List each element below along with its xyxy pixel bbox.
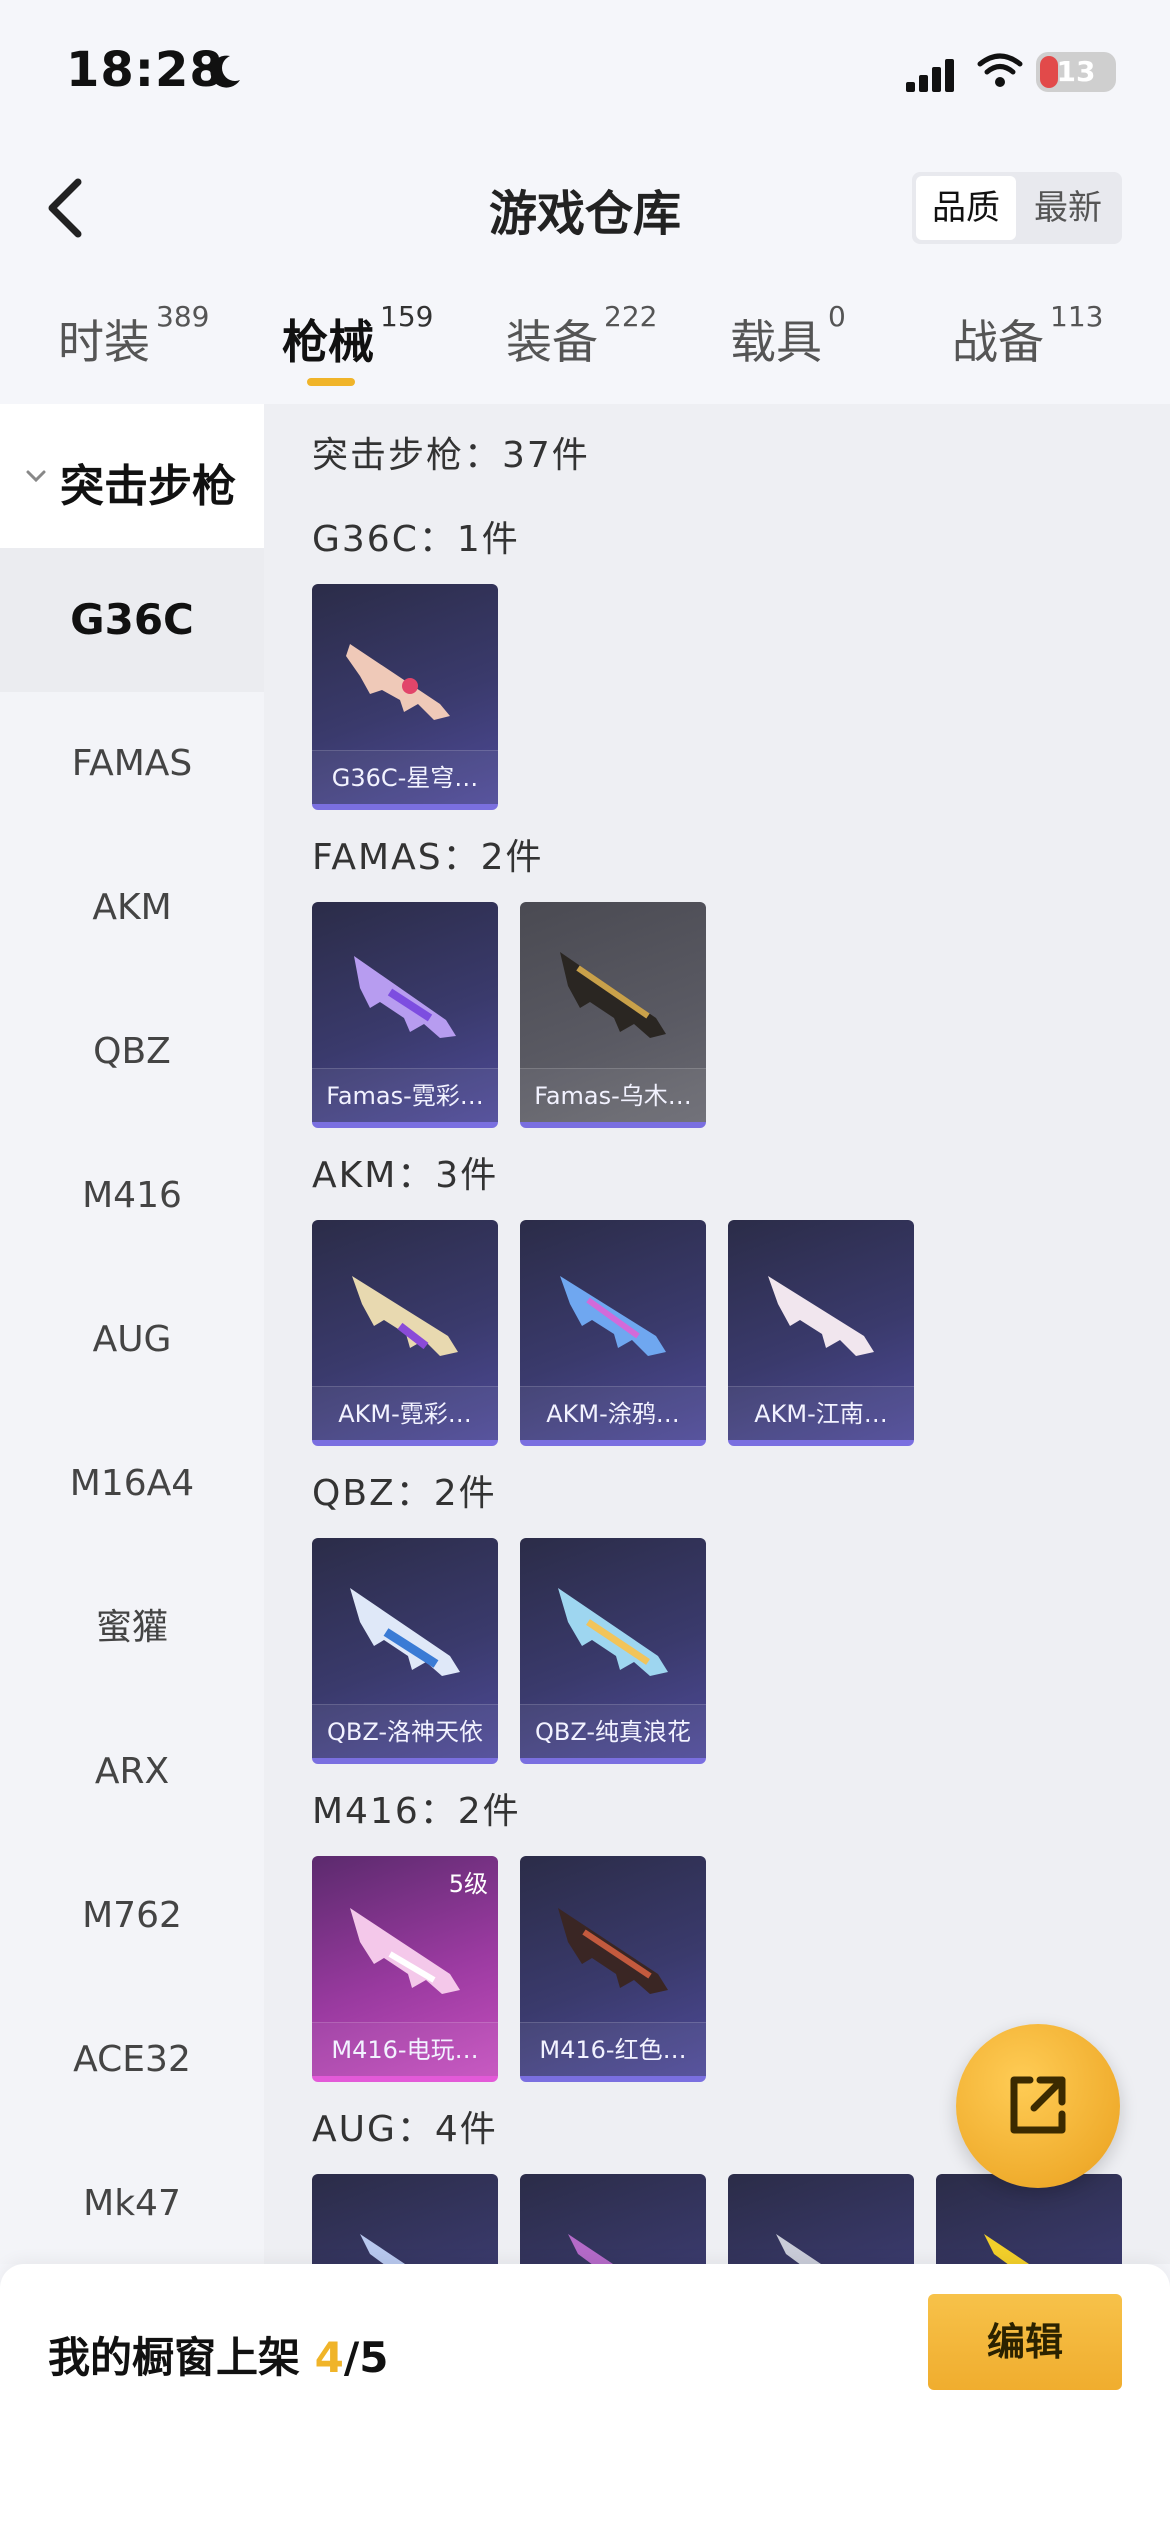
rifle-icon [560,1276,666,1356]
status-time: 18:28 [66,42,224,98]
showcase-status: 我的橱窗上架 4/5 [48,2324,388,2385]
share-icon [1010,2076,1066,2134]
battery-level: 13 [1056,55,1096,88]
item-name: AKM-霓彩… [312,1386,498,1440]
rifle-icon [768,1276,874,1356]
tab-label: 枪械 [282,315,374,369]
bottom-bar: 我的橱窗上架 4/5 编辑 [0,2264,1170,2532]
tab-count: 113 [1050,300,1104,333]
showcase-current-count: 4 [314,2333,344,2382]
sidebar-item-famas[interactable]: FAMAS [0,692,264,836]
item-name: AKM-涂鸦… [520,1386,706,1440]
item-card[interactable]: QBZ-纯真浪花 [520,1538,706,1764]
tab-count: 0 [828,300,846,333]
sidebar-item-honey-badger[interactable]: 蜜獾 [0,1556,264,1700]
signal-icon [906,59,954,92]
sidebar-item-mk47[interactable]: Mk47 [0,2132,264,2276]
tab-count: 389 [156,300,210,333]
rifle-icon [558,1588,668,1676]
sidebar-item-g36c[interactable]: G36C [0,548,264,692]
chevron-down-icon [26,470,46,483]
sidebar-item-akm[interactable]: AKM [0,836,264,980]
tab-label: 载具 [730,315,822,369]
tab-label: 时装 [58,315,150,369]
item-name: G36C-星穹… [312,750,498,804]
item-card[interactable]: AKM-涂鸦… [520,1220,706,1446]
section-title: AUG：4件 [312,2109,498,2150]
rifle-icon [354,956,456,1038]
item-card[interactable]: QBZ-洛神天依 [312,1538,498,1764]
sort-toggle[interactable]: 品质 最新 [912,172,1122,244]
item-grid-panel: 突击步枪：37件 G36C：1件 G36C-星穹… FAMAS：2件 Famas… [264,404,1170,2264]
rifle-icon [350,1588,460,1676]
rifle-icon [360,2234,405,2264]
item-card[interactable] [728,2174,914,2264]
rifle-icon [346,644,450,720]
section-title: QBZ：2件 [312,1473,497,1514]
item-card[interactable]: 5级 M416-电玩… [312,1856,498,2082]
category-tabs: 时装 389 枪械 159 装备 222 载具 0 战备 113 [0,296,1170,406]
item-name: QBZ-纯真浪花 [520,1704,706,1758]
sidebar-item-qbz[interactable]: QBZ [0,980,264,1124]
item-card[interactable]: M416-红色… [520,1856,706,2082]
section-title: M416：2件 [312,1791,521,1832]
sort-newest-button[interactable]: 最新 [1018,176,1118,240]
tab-label: 战备 [952,315,1044,369]
share-button[interactable] [956,2024,1120,2188]
sidebar-item-m16a4[interactable]: M16A4 [0,1412,264,1556]
status-bar: 18:28 13 [0,0,1170,140]
item-card[interactable]: Famas-乌木… [520,902,706,1128]
wifi-icon [977,53,1023,87]
tab-count: 222 [604,300,658,333]
section-title: FAMAS：2件 [312,837,544,878]
tab-label: 装备 [506,315,598,369]
sort-quality-button[interactable]: 品质 [916,176,1016,240]
sidebar-category-header[interactable]: 突击步枪 [0,404,264,548]
section-title: G36C：1件 [312,519,520,560]
edit-button[interactable]: 编辑 [928,2294,1122,2390]
sidebar-item-aug[interactable]: AUG [0,1268,264,1412]
sidebar-item-m416[interactable]: M416 [0,1124,264,1268]
tab-vehicles[interactable]: 载具 0 [730,300,846,372]
item-name: QBZ-洛神天依 [312,1704,498,1758]
sidebar-category-label: 突击步枪 [60,461,236,512]
item-card[interactable]: AKM-江南… [728,1220,914,1446]
rifle-icon [776,2234,821,2264]
item-name: M416-红色… [520,2022,706,2076]
battery-icon: 13 [1036,52,1116,92]
item-name: Famas-霓彩… [312,1068,498,1122]
rifle-icon [984,2234,1029,2264]
item-card[interactable]: Famas-霓彩… [312,902,498,1128]
item-card[interactable] [312,2174,498,2264]
tab-supplies[interactable]: 战备 113 [952,300,1103,372]
item-card[interactable] [520,2174,706,2264]
category-summary: 突击步枪：37件 [312,435,590,476]
rifle-icon [560,952,666,1038]
item-name: Famas-乌木… [520,1068,706,1122]
sidebar-item-m762[interactable]: M762 [0,1844,264,1988]
tab-equipment[interactable]: 装备 222 [506,300,657,372]
tab-firearms[interactable]: 枪械 159 [282,300,433,372]
showcase-label: 我的橱窗上架 [48,2333,315,2382]
item-name: M416-电玩… [312,2022,498,2076]
tab-fashion[interactable]: 时装 389 [58,300,209,372]
rifle-icon [558,1908,668,1994]
sidebar-item-arx[interactable]: ARX [0,1700,264,1844]
rifle-icon [352,1276,458,1356]
moon-icon [210,55,240,88]
active-tab-indicator [307,378,355,386]
item-card[interactable]: G36C-星穹… [312,584,498,810]
item-name: AKM-江南… [728,1386,914,1440]
section-title: AKM：3件 [312,1155,499,1196]
sidebar-item-ace32[interactable]: ACE32 [0,1988,264,2132]
tab-count: 159 [380,300,434,333]
rifle-icon [350,1908,460,1994]
item-card[interactable]: AKM-霓彩… [312,1220,498,1446]
rifle-icon [568,2234,613,2264]
showcase-total: /5 [343,2333,389,2382]
